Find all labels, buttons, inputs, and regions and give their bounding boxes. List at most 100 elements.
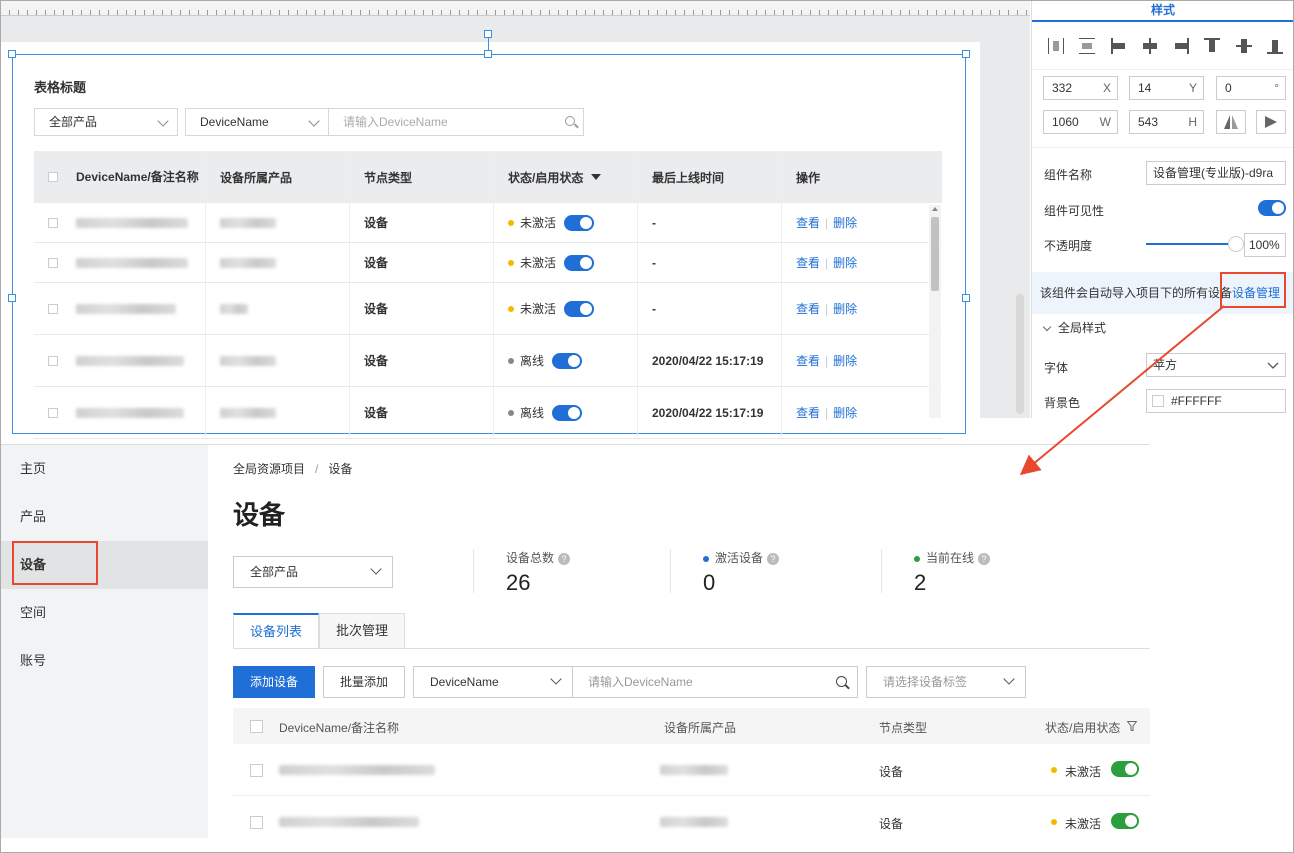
y-input[interactable]: 14 Y — [1129, 76, 1204, 100]
tab-device-list[interactable]: 设备列表 — [233, 613, 320, 649]
delete-link[interactable]: 删除 — [833, 214, 857, 231]
delete-link[interactable]: 删除 — [833, 352, 857, 369]
batch-add-button[interactable]: 批量添加 — [323, 666, 405, 698]
table-row[interactable]: 设备 离线 2020/04/22 15:17:19 查看 | 删除 — [34, 335, 942, 387]
align-right-icon[interactable] — [1169, 34, 1189, 58]
view-link[interactable]: 查看 — [796, 300, 820, 317]
nav-item-home[interactable]: 主页 — [0, 445, 208, 493]
row-checkbox[interactable] — [48, 257, 58, 268]
help-icon[interactable]: ? — [978, 553, 991, 565]
search-icon[interactable] — [565, 116, 575, 126]
table-row[interactable]: 设备 未激活 - 查看 | 删除 — [34, 243, 942, 283]
tab-style[interactable]: 样式 — [1032, 0, 1294, 22]
rotation-input[interactable]: 0 ° — [1216, 76, 1286, 100]
align-top-icon[interactable] — [1200, 34, 1221, 58]
view-link[interactable]: 查看 — [796, 404, 820, 421]
add-device-button[interactable]: 添加设备 — [233, 666, 315, 698]
flip-vertical-icon — [1224, 115, 1238, 129]
nav-item-account[interactable]: 账号 — [0, 637, 208, 685]
nav-item-product[interactable]: 产品 — [0, 493, 208, 541]
select-all-checkbox[interactable] — [250, 720, 263, 733]
width-input[interactable]: 1060 W — [1043, 110, 1118, 134]
enable-toggle[interactable] — [552, 404, 583, 421]
flip-horizontal-button[interactable] — [1256, 110, 1286, 134]
distribute-horizontal-icon[interactable] — [1044, 34, 1064, 58]
align-center-h-icon[interactable] — [1138, 34, 1158, 58]
resize-handle-tl[interactable] — [8, 50, 16, 58]
row-checkbox[interactable] — [250, 816, 263, 829]
row-checkbox[interactable] — [48, 303, 58, 314]
opacity-input[interactable]: 100% — [1244, 233, 1286, 257]
widget-product-select[interactable]: 全部产品 — [34, 108, 178, 136]
height-input[interactable]: 543 H — [1129, 110, 1204, 134]
resize-handle-left[interactable] — [8, 294, 16, 302]
enable-toggle[interactable] — [564, 214, 595, 231]
tag-select[interactable]: 请选择设备标签 — [866, 666, 1026, 698]
widget-search-input[interactable]: 请输入DeviceName — [328, 108, 584, 136]
widget-table-scrollbar[interactable] — [929, 205, 941, 418]
widget-field-select[interactable]: DeviceName — [185, 108, 329, 136]
bg-color-input[interactable]: #FFFFFF — [1146, 389, 1286, 413]
delete-link[interactable]: 删除 — [833, 300, 857, 317]
align-bottom-icon[interactable] — [1263, 34, 1283, 58]
tag-select-placeholder: 请选择设备标签 — [883, 675, 968, 689]
rotation-value: 0 — [1225, 81, 1232, 95]
view-link[interactable]: 查看 — [796, 214, 820, 231]
scroll-up-icon[interactable] — [932, 207, 938, 211]
search-icon[interactable] — [836, 676, 847, 687]
rotate-handle[interactable] — [484, 30, 492, 38]
flip-vertical-button[interactable] — [1216, 110, 1246, 134]
device-search-input[interactable]: 请输入DeviceName — [572, 666, 858, 698]
align-toolbar — [1032, 22, 1294, 70]
tab-batch-management[interactable]: 批次管理 — [319, 613, 406, 649]
table-row[interactable]: 设备 未激活 — [233, 796, 1150, 848]
global-style-section[interactable]: 全局样式 — [1042, 319, 1106, 336]
field-select[interactable]: DeviceName — [413, 666, 573, 698]
page-title: 设备 — [233, 500, 286, 530]
sort-caret-icon[interactable] — [591, 174, 602, 180]
device-search-placeholder: 请输入DeviceName — [588, 675, 693, 689]
nav-item-space[interactable]: 空间 — [0, 589, 208, 637]
opacity-slider-track[interactable] — [1146, 243, 1234, 245]
align-center-v-icon[interactable] — [1232, 34, 1252, 58]
enable-toggle[interactable] — [564, 254, 595, 271]
stat-total: 设备总数? 26 — [506, 549, 571, 596]
table-row[interactable]: 设备 未激活 — [233, 744, 1150, 796]
breadcrumb-root[interactable]: 全局资源项目 — [233, 462, 305, 476]
row-checkbox[interactable] — [48, 407, 58, 418]
font-select[interactable]: 苹方 — [1146, 353, 1286, 377]
resize-handle-top[interactable] — [484, 50, 492, 58]
canvas-scrollbar[interactable] — [1016, 294, 1024, 414]
product-select[interactable]: 全部产品 — [233, 556, 393, 588]
table-row[interactable]: 设备 未激活 - 查看 | 删除 — [34, 203, 942, 243]
filter-icon[interactable] — [1127, 721, 1137, 731]
row-checkbox[interactable] — [48, 217, 58, 228]
row-checkbox[interactable] — [250, 764, 263, 777]
component-name-input[interactable]: 设备管理(专业版)-d9ra — [1146, 161, 1286, 185]
table-row[interactable]: 设备 未激活 - 查看 | 删除 — [34, 283, 942, 335]
resize-handle-right[interactable] — [962, 294, 970, 302]
view-link[interactable]: 查看 — [796, 254, 820, 271]
enable-toggle[interactable] — [552, 352, 583, 369]
select-all-checkbox[interactable] — [48, 172, 58, 182]
x-input[interactable]: 332 X — [1043, 76, 1118, 100]
enable-toggle[interactable] — [1111, 813, 1139, 829]
scroll-thumb[interactable] — [931, 217, 939, 291]
opacity-slider-knob[interactable] — [1228, 236, 1244, 252]
delete-link[interactable]: 删除 — [833, 254, 857, 271]
help-icon[interactable]: ? — [767, 553, 780, 565]
row-checkbox[interactable] — [48, 355, 58, 366]
align-left-icon[interactable] — [1107, 34, 1127, 58]
visibility-toggle[interactable] — [1258, 200, 1286, 216]
help-icon[interactable]: ? — [558, 553, 571, 565]
enable-toggle[interactable] — [564, 300, 595, 317]
color-swatch[interactable] — [1152, 395, 1164, 407]
breadcrumb: 全局资源项目 / 设备 — [233, 460, 352, 477]
delete-link[interactable]: 删除 — [833, 404, 857, 421]
enable-toggle[interactable] — [1111, 761, 1139, 777]
distribute-vertical-icon[interactable] — [1075, 34, 1096, 58]
view-link[interactable]: 查看 — [796, 352, 820, 369]
status-dot-icon — [1051, 819, 1057, 825]
resize-handle-tr[interactable] — [962, 50, 970, 58]
table-row[interactable]: 设备 离线 2020/04/22 15:17:19 查看 | 删除 — [34, 387, 942, 439]
